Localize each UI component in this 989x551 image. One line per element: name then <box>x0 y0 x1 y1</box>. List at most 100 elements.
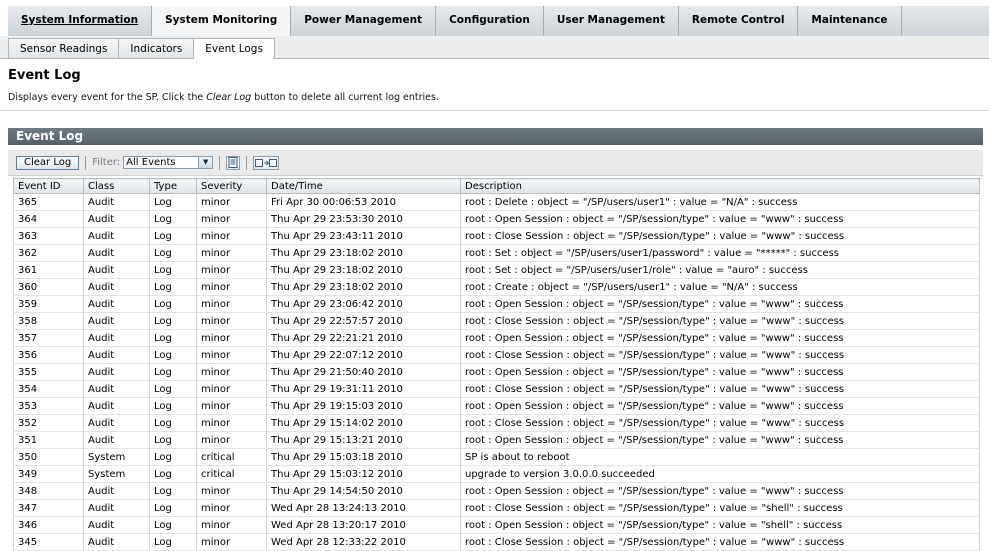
description-text: Displays every event for the SP. Click t… <box>8 92 207 103</box>
main-tab-maintenance[interactable]: Maintenance <box>798 6 902 36</box>
datetime-cell: Thu Apr 29 15:14:02 2010 <box>266 414 461 432</box>
table-row[interactable]: 356 Audit Log minor Thu Apr 29 22:07:12 2010… <box>13 346 980 364</box>
type-cell: Log <box>149 261 197 279</box>
column-header-type[interactable]: Type <box>149 178 197 194</box>
class-cell: Audit <box>83 278 150 296</box>
filter-select[interactable]: All Events ▼ <box>123 156 214 169</box>
table-row[interactable]: 346 Audit Log minor Wed Apr 28 13:20:17 2010… <box>13 516 980 534</box>
main-tab-configuration[interactable]: Configuration <box>436 6 544 36</box>
description-cell: root : Open Session : object = "/SP/sess… <box>460 431 980 449</box>
event-id-cell: 348 <box>13 482 84 500</box>
table-row[interactable]: 353 Audit Log minor Thu Apr 29 19:15:03 2010… <box>13 397 980 415</box>
table-row[interactable]: 351 Audit Log minor Thu Apr 29 15:13:21 2010… <box>13 431 980 449</box>
event-log-panel-title: Event Log <box>8 128 983 145</box>
datetime-cell: Thu Apr 29 23:18:02 2010 <box>266 261 461 279</box>
table-row[interactable]: 365 Audit Log minor Fri Apr 30 00:06:53 2010… <box>13 193 980 211</box>
type-cell: Log <box>149 482 197 500</box>
sub-tab-indicators[interactable]: Indicators <box>118 38 195 58</box>
main-tab-remote-control[interactable]: Remote Control <box>678 6 799 36</box>
table-row[interactable]: 354 Audit Log minor Thu Apr 29 19:31:11 2010… <box>13 380 980 398</box>
page-view-button[interactable] <box>226 155 241 170</box>
class-cell: Audit <box>83 295 150 313</box>
table-row[interactable]: 345 Audit Log minor Wed Apr 28 12:33:22 2010… <box>13 533 980 551</box>
column-header-class[interactable]: Class <box>83 178 150 194</box>
type-cell: Log <box>149 193 197 211</box>
datetime-cell: Thu Apr 29 22:21:21 2010 <box>266 329 461 347</box>
event-id-cell: 350 <box>13 448 84 466</box>
sub-tab-sensor-readings[interactable]: Sensor Readings <box>8 38 120 58</box>
datetime-cell: Thu Apr 29 19:31:11 2010 <box>266 380 461 398</box>
table-row[interactable]: 360 Audit Log minor Thu Apr 29 23:18:02 2010… <box>13 278 980 296</box>
type-cell: Log <box>149 533 197 551</box>
type-cell: Log <box>149 431 197 449</box>
description-cell: root : Close Session : object = "/SP/ses… <box>460 499 980 517</box>
table-row[interactable]: 362 Audit Log minor Thu Apr 29 23:18:02 2010… <box>13 244 980 262</box>
class-cell: Audit <box>83 329 150 347</box>
severity-cell: critical <box>196 465 267 483</box>
severity-cell: minor <box>196 329 267 347</box>
page-view-icon <box>228 157 238 168</box>
page-title: Event Log <box>8 68 81 83</box>
table-row[interactable]: 355 Audit Log minor Thu Apr 29 21:50:40 2010… <box>13 363 980 381</box>
datetime-cell: Wed Apr 28 13:24:13 2010 <box>266 499 461 517</box>
datetime-cell: Thu Apr 29 21:50:40 2010 <box>266 363 461 381</box>
event-id-cell: 361 <box>13 261 84 279</box>
column-header-severity[interactable]: Severity <box>196 178 267 194</box>
main-tab-power-management[interactable]: Power Management <box>291 6 437 36</box>
datetime-cell: Thu Apr 29 15:03:12 2010 <box>266 465 461 483</box>
column-header-description[interactable]: Description <box>460 178 980 194</box>
event-id-cell: 356 <box>13 346 84 364</box>
datetime-cell: Fri Apr 30 00:06:53 2010 <box>266 193 461 211</box>
event-id-cell: 352 <box>13 414 84 432</box>
event-id-cell: 364 <box>13 210 84 228</box>
type-cell: Log <box>149 465 197 483</box>
event-id-cell: 355 <box>13 363 84 381</box>
event-id-cell: 353 <box>13 397 84 415</box>
table-row[interactable]: 363 Audit Log minor Thu Apr 29 23:43:11 2010… <box>13 227 980 245</box>
table-row[interactable]: 357 Audit Log minor Thu Apr 29 22:21:21 2010… <box>13 329 980 347</box>
severity-cell: minor <box>196 397 267 415</box>
main-tab-system-monitoring[interactable]: System Monitoring <box>152 6 292 36</box>
table-row[interactable]: 361 Audit Log minor Thu Apr 29 23:18:02 2010… <box>13 261 980 279</box>
table-row[interactable]: 358 Audit Log minor Thu Apr 29 22:57:57 2010… <box>13 312 980 330</box>
table-row[interactable]: 364 Audit Log minor Thu Apr 29 23:53:30 2010… <box>13 210 980 228</box>
datetime-cell: Thu Apr 29 23:18:02 2010 <box>266 278 461 296</box>
severity-cell: minor <box>196 482 267 500</box>
datetime-cell: Thu Apr 29 15:03:18 2010 <box>266 448 461 466</box>
export-button[interactable] <box>253 155 280 170</box>
table-row[interactable]: 347 Audit Log minor Wed Apr 28 13:24:13 2010… <box>13 499 980 517</box>
event-id-cell: 345 <box>13 533 84 551</box>
chevron-down-icon[interactable]: ▼ <box>198 157 213 168</box>
sub-tab-event-logs[interactable]: Event Logs <box>193 38 275 59</box>
main-tab-user-management[interactable]: User Management <box>543 6 679 36</box>
event-log-toolbar: Clear Log Filter: All Events ▼ <box>8 150 983 176</box>
clear-log-button[interactable]: Clear Log <box>16 155 80 170</box>
datetime-cell: Thu Apr 29 23:06:42 2010 <box>266 295 461 313</box>
severity-cell: minor <box>196 516 267 534</box>
table-row[interactable]: 359 Audit Log minor Thu Apr 29 23:06:42 2010… <box>13 295 980 313</box>
severity-cell: minor <box>196 499 267 517</box>
table-row[interactable]: 349 System Log critical Thu Apr 29 15:03:12 … <box>13 465 980 483</box>
description-cell: root : Close Session : object = "/SP/ses… <box>460 380 980 398</box>
datetime-cell: Wed Apr 28 12:33:22 2010 <box>266 533 461 551</box>
description-cell: root : Close Session : object = "/SP/ses… <box>460 346 980 364</box>
table-row[interactable]: 352 Audit Log minor Thu Apr 29 15:14:02 2010… <box>13 414 980 432</box>
event-id-cell: 346 <box>13 516 84 534</box>
description-text-end: button to delete all current log entries… <box>251 92 439 103</box>
main-tab-list: System Information System Monitoring Power… <box>8 6 989 37</box>
column-header-date-time[interactable]: Date/Time <box>266 178 461 194</box>
description-cell: root : Open Session : object = "/SP/sess… <box>460 516 980 534</box>
table-row[interactable]: 350 System Log critical Thu Apr 29 15:03:18 … <box>13 448 980 466</box>
type-cell: Log <box>149 227 197 245</box>
datetime-cell: Thu Apr 29 23:18:02 2010 <box>266 244 461 262</box>
class-cell: Audit <box>83 227 150 245</box>
column-header-event-id[interactable]: Event ID <box>13 178 84 194</box>
main-tab-system-information[interactable]: System Information <box>8 6 153 36</box>
type-cell: Log <box>149 380 197 398</box>
toolbar-divider <box>246 155 248 170</box>
table-row[interactable]: 348 Audit Log minor Thu Apr 29 14:54:50 2010… <box>13 482 980 500</box>
toolbar-divider <box>219 155 221 170</box>
description-cell: root : Open Session : object = "/SP/sess… <box>460 329 980 347</box>
description-cell: root : Open Session : object = "/SP/sess… <box>460 363 980 381</box>
class-cell: Audit <box>83 193 150 211</box>
